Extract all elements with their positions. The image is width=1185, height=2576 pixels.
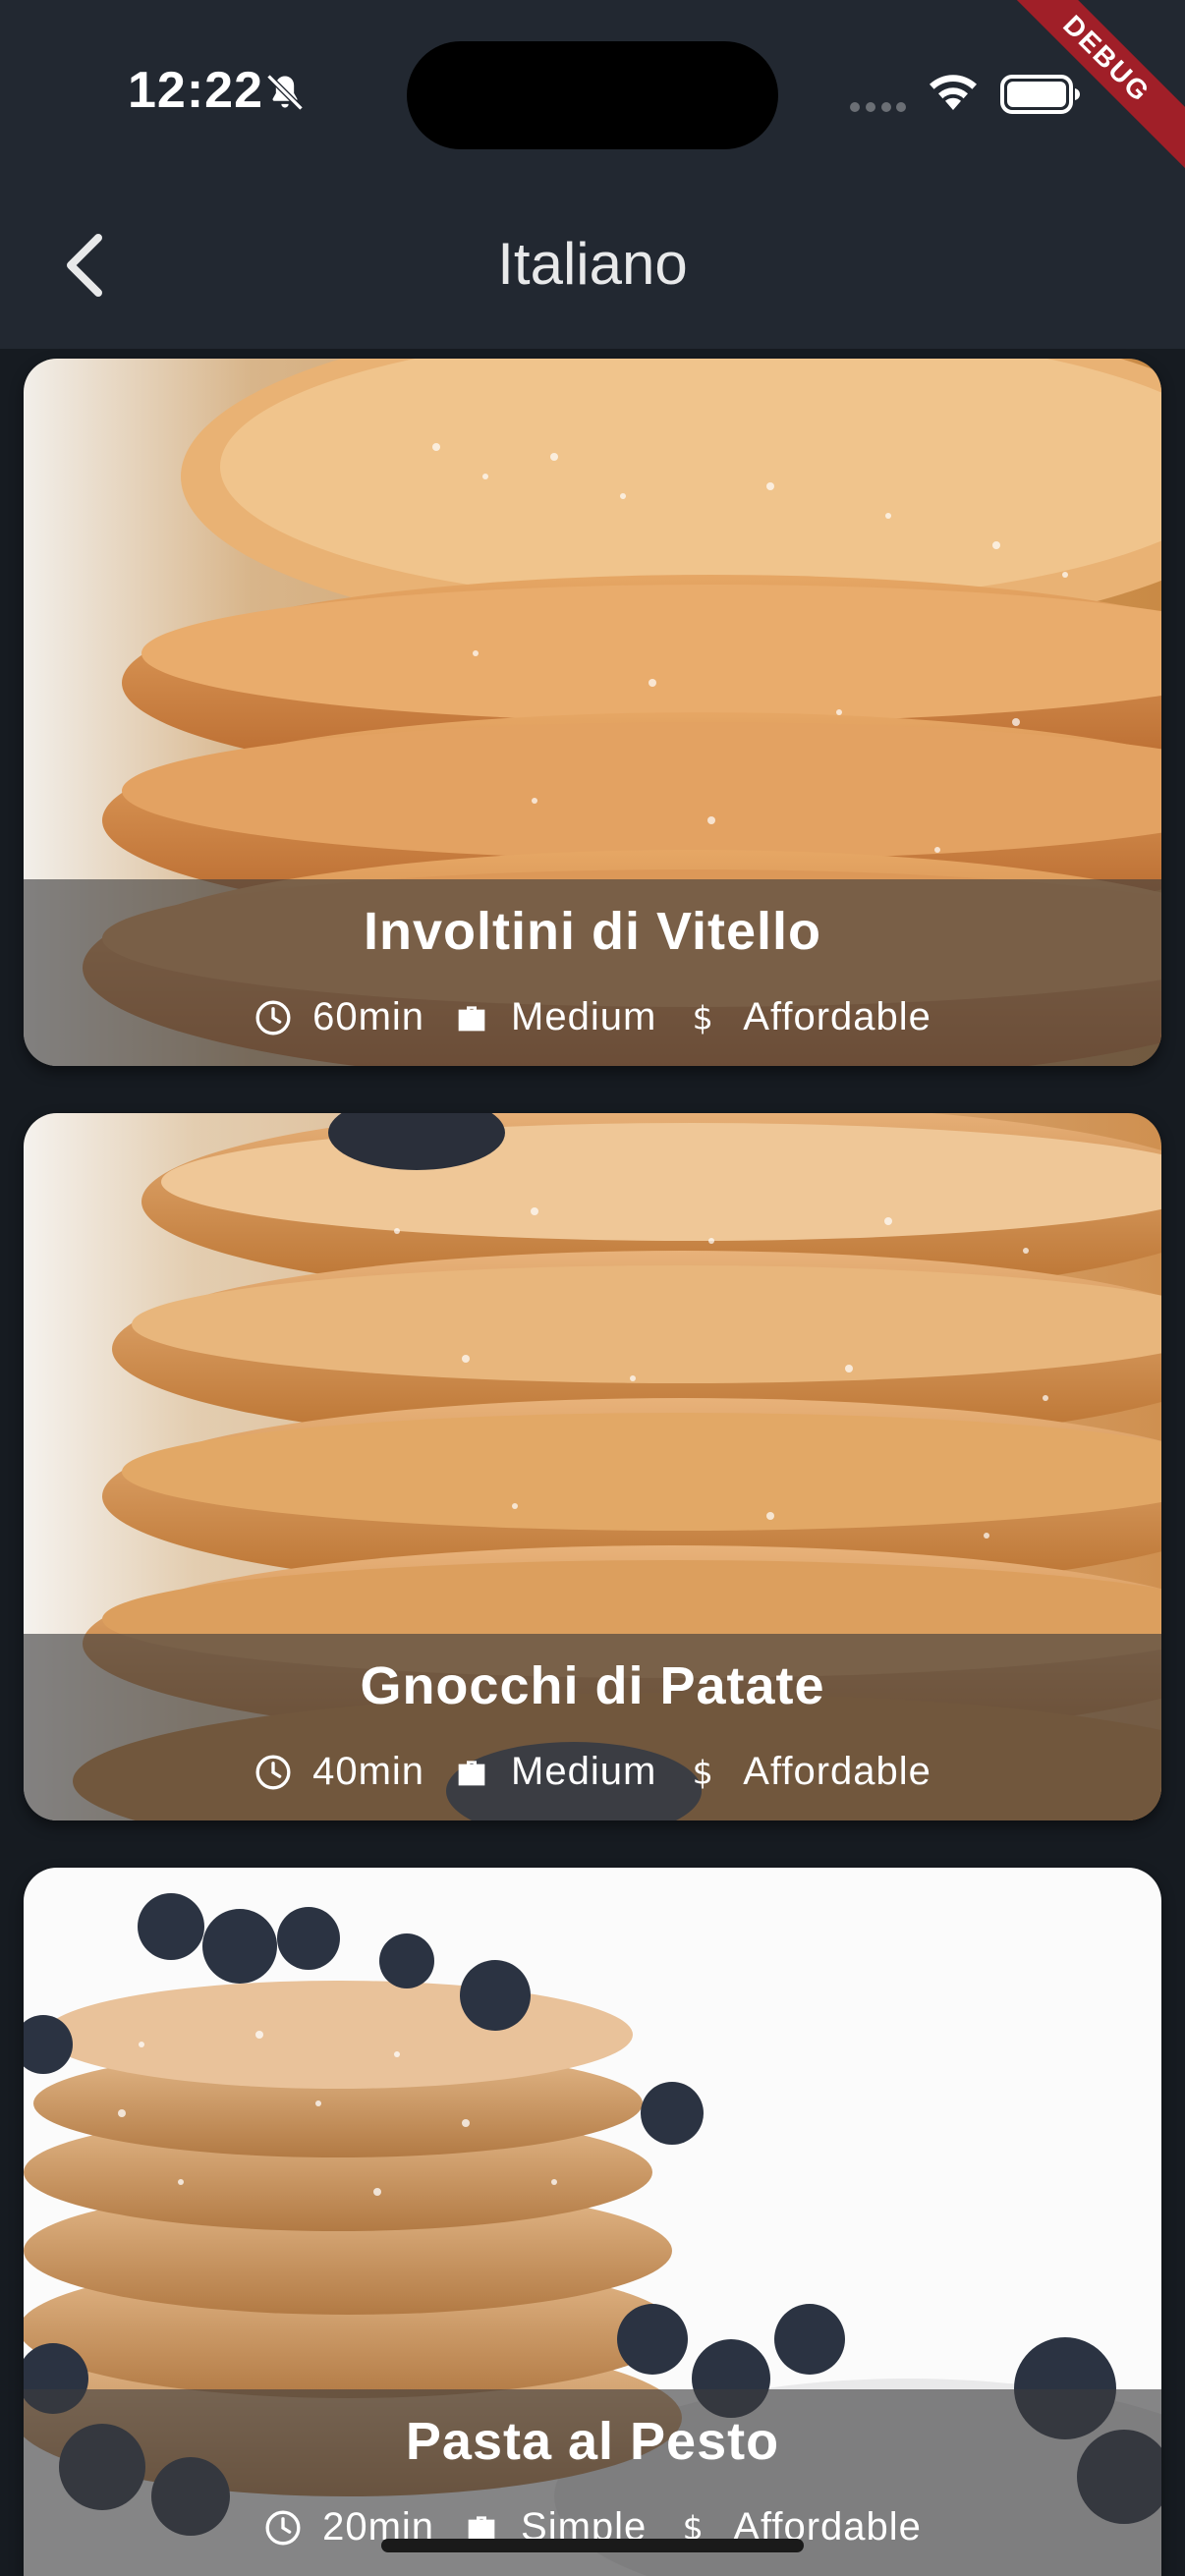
clock-icon (255, 1755, 291, 1789)
status-time: 12:22 (128, 62, 263, 119)
meal-info-overlay: Involtini di Vitello 60min Medium $ Affo… (24, 879, 1161, 1066)
briefcase-icon (458, 1760, 485, 1785)
signal-icon (850, 102, 906, 112)
affordability-item: $ Affordable (684, 995, 931, 1039)
meal-info-overlay: Gnocchi di Patate 40min Medium $ Afforda… (24, 1634, 1161, 1820)
complexity-text: Medium (511, 1750, 657, 1793)
duration-item: 40min (254, 1750, 424, 1794)
meal-title: Pasta al Pesto (405, 2412, 780, 2471)
affordability-text: Affordable (743, 995, 931, 1038)
complexity-item: Medium (452, 995, 656, 1039)
meal-card[interactable]: Pasta al Pesto 20min Simple $ Affordable (24, 1868, 1161, 2576)
complexity-text: Medium (511, 995, 657, 1038)
affordability-item: $ Affordable (684, 1750, 931, 1794)
affordability-text: Affordable (743, 1750, 931, 1793)
duration-text: 40min (312, 1750, 425, 1793)
meal-card[interactable]: Involtini di Vitello 60min Medium $ Affo… (24, 359, 1161, 1066)
battery-icon (1000, 75, 1080, 114)
duration-text: 60min (312, 995, 425, 1038)
briefcase-icon (458, 1005, 485, 1031)
clock-icon (265, 2510, 301, 2545)
meal-title: Gnocchi di Patate (360, 1656, 825, 1715)
svg-text:$: $ (693, 1753, 715, 1791)
bell-muted-icon (266, 74, 304, 111)
wifi-icon (930, 75, 977, 110)
meal-card[interactable]: Gnocchi di Patate 40min Medium $ Afforda… (24, 1113, 1161, 1820)
clock-icon (255, 1000, 291, 1035)
duration-item: 60min (254, 995, 424, 1039)
dynamic-island (407, 41, 778, 149)
meal-meta: 60min Medium $ Affordable (24, 995, 1161, 1039)
svg-text:$: $ (693, 998, 715, 1036)
dollar-icon: $ (693, 1753, 715, 1791)
app-bar: 12:22 DEBUG Italiano (0, 0, 1185, 349)
meal-meta: 40min Medium $ Affordable (24, 1750, 1161, 1794)
meal-title: Involtini di Vitello (363, 902, 822, 961)
complexity-item: Medium (452, 1750, 656, 1794)
home-indicator[interactable] (381, 2539, 804, 2552)
page-title: Italiano (497, 231, 688, 297)
dollar-icon: $ (693, 998, 715, 1036)
